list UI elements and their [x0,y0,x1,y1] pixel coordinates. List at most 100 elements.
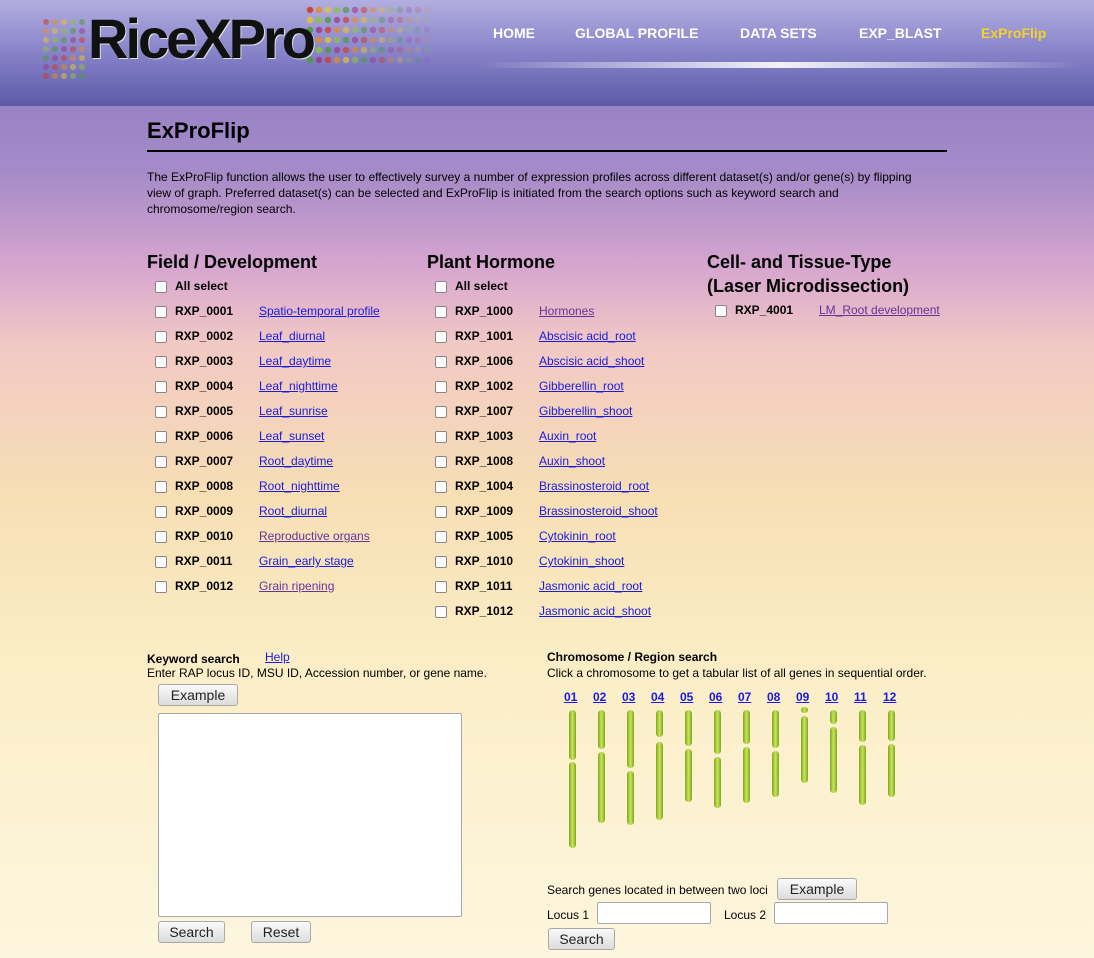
all-select-checkbox[interactable] [435,281,447,293]
chromosome-4-long-arm[interactable] [655,742,663,820]
dataset-link[interactable]: Cytokinin_root [539,529,616,543]
chromosome-8-short-arm[interactable] [771,710,779,748]
chromosome-7-long-arm[interactable] [742,747,750,803]
dataset-link[interactable]: Leaf_nighttime [259,379,338,393]
chromosome-3-short-arm[interactable] [626,710,634,768]
dataset-checkbox[interactable] [155,506,167,518]
dataset-checkbox[interactable] [435,356,447,368]
nav-global-profile[interactable]: GLOBAL PROFILE [575,25,698,41]
chromosome-6-short-arm[interactable] [713,710,721,754]
dataset-checkbox[interactable] [155,531,167,543]
dataset-link[interactable]: Grain_early stage [259,554,354,568]
chromosome-7-short-arm[interactable] [742,710,750,744]
dataset-link[interactable]: Gibberellin_shoot [539,404,632,418]
chromosome-3-link[interactable]: 03 [622,690,635,704]
dataset-checkbox[interactable] [435,531,447,543]
dataset-link[interactable]: Root_daytime [259,454,333,468]
chromosome-6-long-arm[interactable] [713,757,721,808]
dataset-link[interactable]: Cytokinin_shoot [539,554,624,568]
chromosome-8-link[interactable]: 08 [767,690,780,704]
keyword-reset-button[interactable]: Reset [251,921,311,943]
chromosome-7-link[interactable]: 07 [738,690,751,704]
keyword-search-button[interactable]: Search [158,921,225,943]
chromosome-5-link[interactable]: 05 [680,690,693,704]
dataset-link[interactable]: Spatio-temporal profile [259,304,380,318]
dataset-checkbox[interactable] [155,481,167,493]
chromosome-12-link[interactable]: 12 [883,690,896,704]
dataset-checkbox[interactable] [155,381,167,393]
dataset-checkbox[interactable] [435,406,447,418]
dataset-link[interactable]: Auxin_root [539,429,596,443]
dataset-checkbox[interactable] [155,456,167,468]
chromosome-5-short-arm[interactable] [684,710,692,746]
dataset-checkbox[interactable] [155,556,167,568]
chromosome-10-link[interactable]: 10 [825,690,838,704]
chromosome-1-long-arm[interactable] [568,762,576,848]
keyword-textarea[interactable] [158,713,462,917]
chromosome-11-long-arm[interactable] [858,745,866,805]
nav-home[interactable]: HOME [493,25,535,41]
dataset-checkbox[interactable] [155,331,167,343]
dataset-link[interactable]: Gibberellin_root [539,379,624,393]
dataset-link[interactable]: Jasmonic acid_shoot [539,604,651,618]
help-link[interactable]: Help [265,650,290,664]
chromosome-1-short-arm[interactable] [568,710,576,760]
chromosome-2-long-arm[interactable] [597,752,605,823]
dataset-checkbox[interactable] [155,431,167,443]
dataset-checkbox[interactable] [435,431,447,443]
chromosome-1-link[interactable]: 01 [564,690,577,704]
region-example-button[interactable]: Example [777,878,857,900]
dataset-checkbox[interactable] [155,406,167,418]
chromosome-5-long-arm[interactable] [684,749,692,802]
chromosome-11-link[interactable]: 11 [854,690,867,704]
dataset-checkbox[interactable] [435,481,447,493]
nav-exproflip[interactable]: ExProFlip [981,25,1046,41]
dataset-link[interactable]: Reproductive organs [259,529,370,543]
locus1-input[interactable] [597,902,711,924]
locus2-input[interactable] [774,902,888,924]
chromosome-9-link[interactable]: 09 [796,690,809,704]
chromosome-4-link[interactable]: 04 [651,690,664,704]
dataset-link[interactable]: Leaf_diurnal [259,329,325,343]
dataset-checkbox[interactable] [155,306,167,318]
chromosome-3-long-arm[interactable] [626,771,634,825]
dataset-checkbox[interactable] [435,506,447,518]
dataset-link[interactable]: Leaf_sunset [259,429,324,443]
chromosome-12-short-arm[interactable] [887,710,895,741]
chromosome-11-short-arm[interactable] [858,710,866,742]
keyword-example-button[interactable]: Example [158,684,238,706]
chromosome-4-short-arm[interactable] [655,710,663,737]
dataset-link[interactable]: Jasmonic acid_root [539,579,642,593]
dataset-link[interactable]: Root_diurnal [259,504,327,518]
chromosome-9-long-arm[interactable] [800,716,808,783]
dataset-link[interactable]: Root_nighttime [259,479,340,493]
dataset-checkbox[interactable] [435,331,447,343]
chromosome-9-short-arm[interactable] [800,707,808,713]
dataset-checkbox[interactable] [155,581,167,593]
chromosome-2-short-arm[interactable] [597,710,605,749]
region-search-button[interactable]: Search [548,928,615,950]
dataset-link[interactable]: Abscisic acid_root [539,329,636,343]
dataset-checkbox[interactable] [715,305,727,317]
dataset-checkbox[interactable] [435,581,447,593]
dataset-link[interactable]: LM_Root development [819,303,940,317]
dataset-link[interactable]: Abscisic acid_shoot [539,354,644,368]
dataset-checkbox[interactable] [435,456,447,468]
nav-exp-blast[interactable]: EXP_BLAST [859,25,941,41]
dataset-checkbox[interactable] [435,556,447,568]
nav-data-sets[interactable]: DATA SETS [740,25,817,41]
chromosome-10-long-arm[interactable] [829,727,837,793]
ricexpro-logo[interactable]: RiceXPro [40,2,440,98]
dataset-checkbox[interactable] [435,606,447,618]
dataset-checkbox[interactable] [155,356,167,368]
chromosome-8-long-arm[interactable] [771,751,779,797]
chromosome-12-long-arm[interactable] [887,744,895,797]
dataset-link[interactable]: Hormones [539,304,594,318]
chromosome-2-link[interactable]: 02 [593,690,606,704]
all-select-checkbox[interactable] [155,281,167,293]
chromosome-10-short-arm[interactable] [829,710,837,724]
dataset-checkbox[interactable] [435,381,447,393]
dataset-link[interactable]: Grain ripening [259,579,334,593]
dataset-link[interactable]: Brassinosteroid_root [539,479,649,493]
dataset-link[interactable]: Brassinosteroid_shoot [539,504,658,518]
